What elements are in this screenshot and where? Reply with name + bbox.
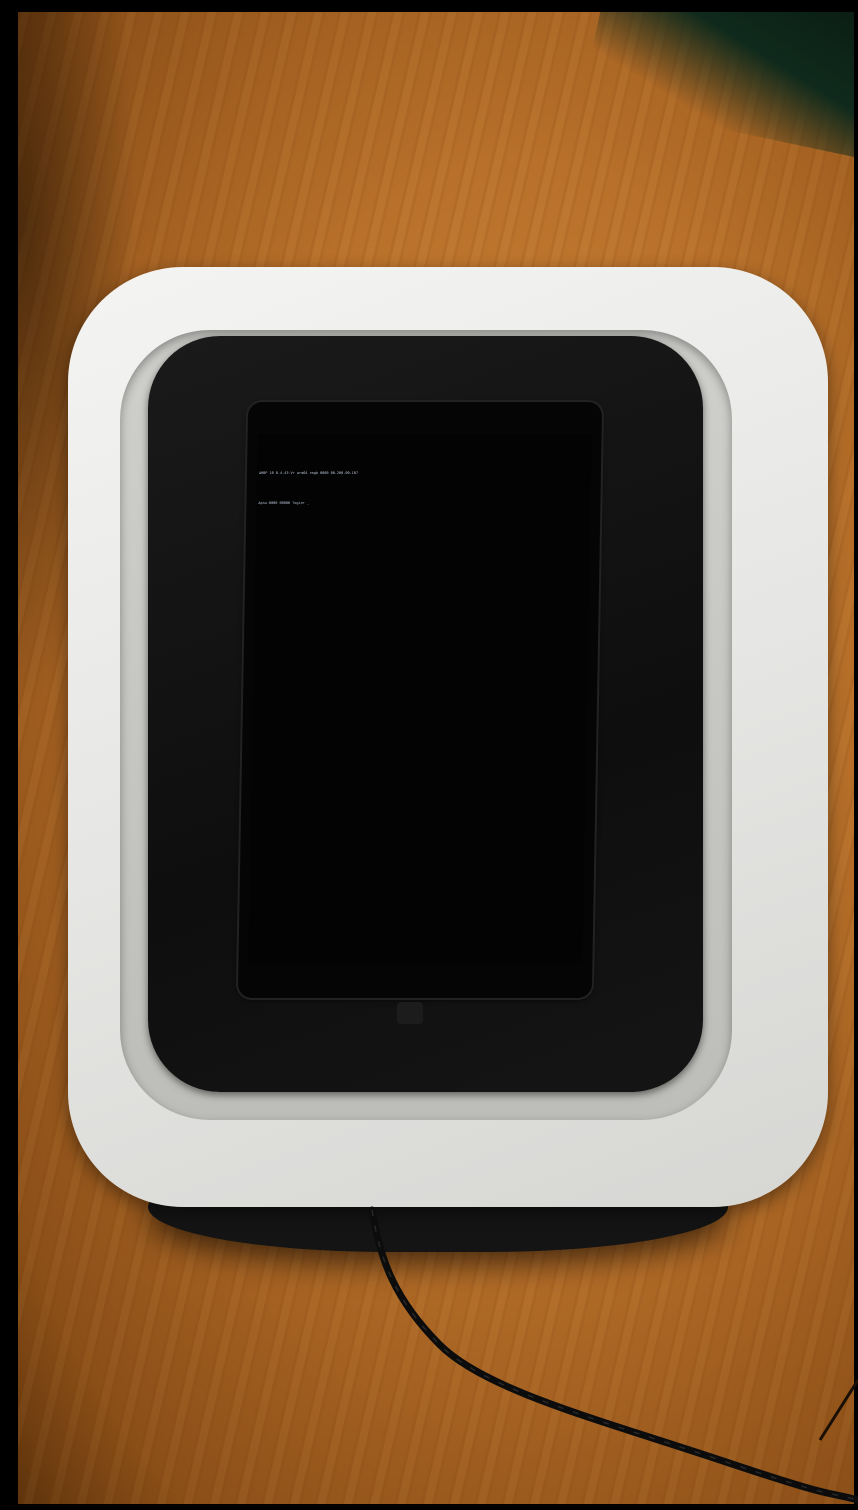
photo-frame: AHBP 10 0.4.43-V+ arm64 rmgb 0000 00.200… bbox=[0, 0, 858, 1510]
power-cable bbox=[368, 1206, 858, 1504]
